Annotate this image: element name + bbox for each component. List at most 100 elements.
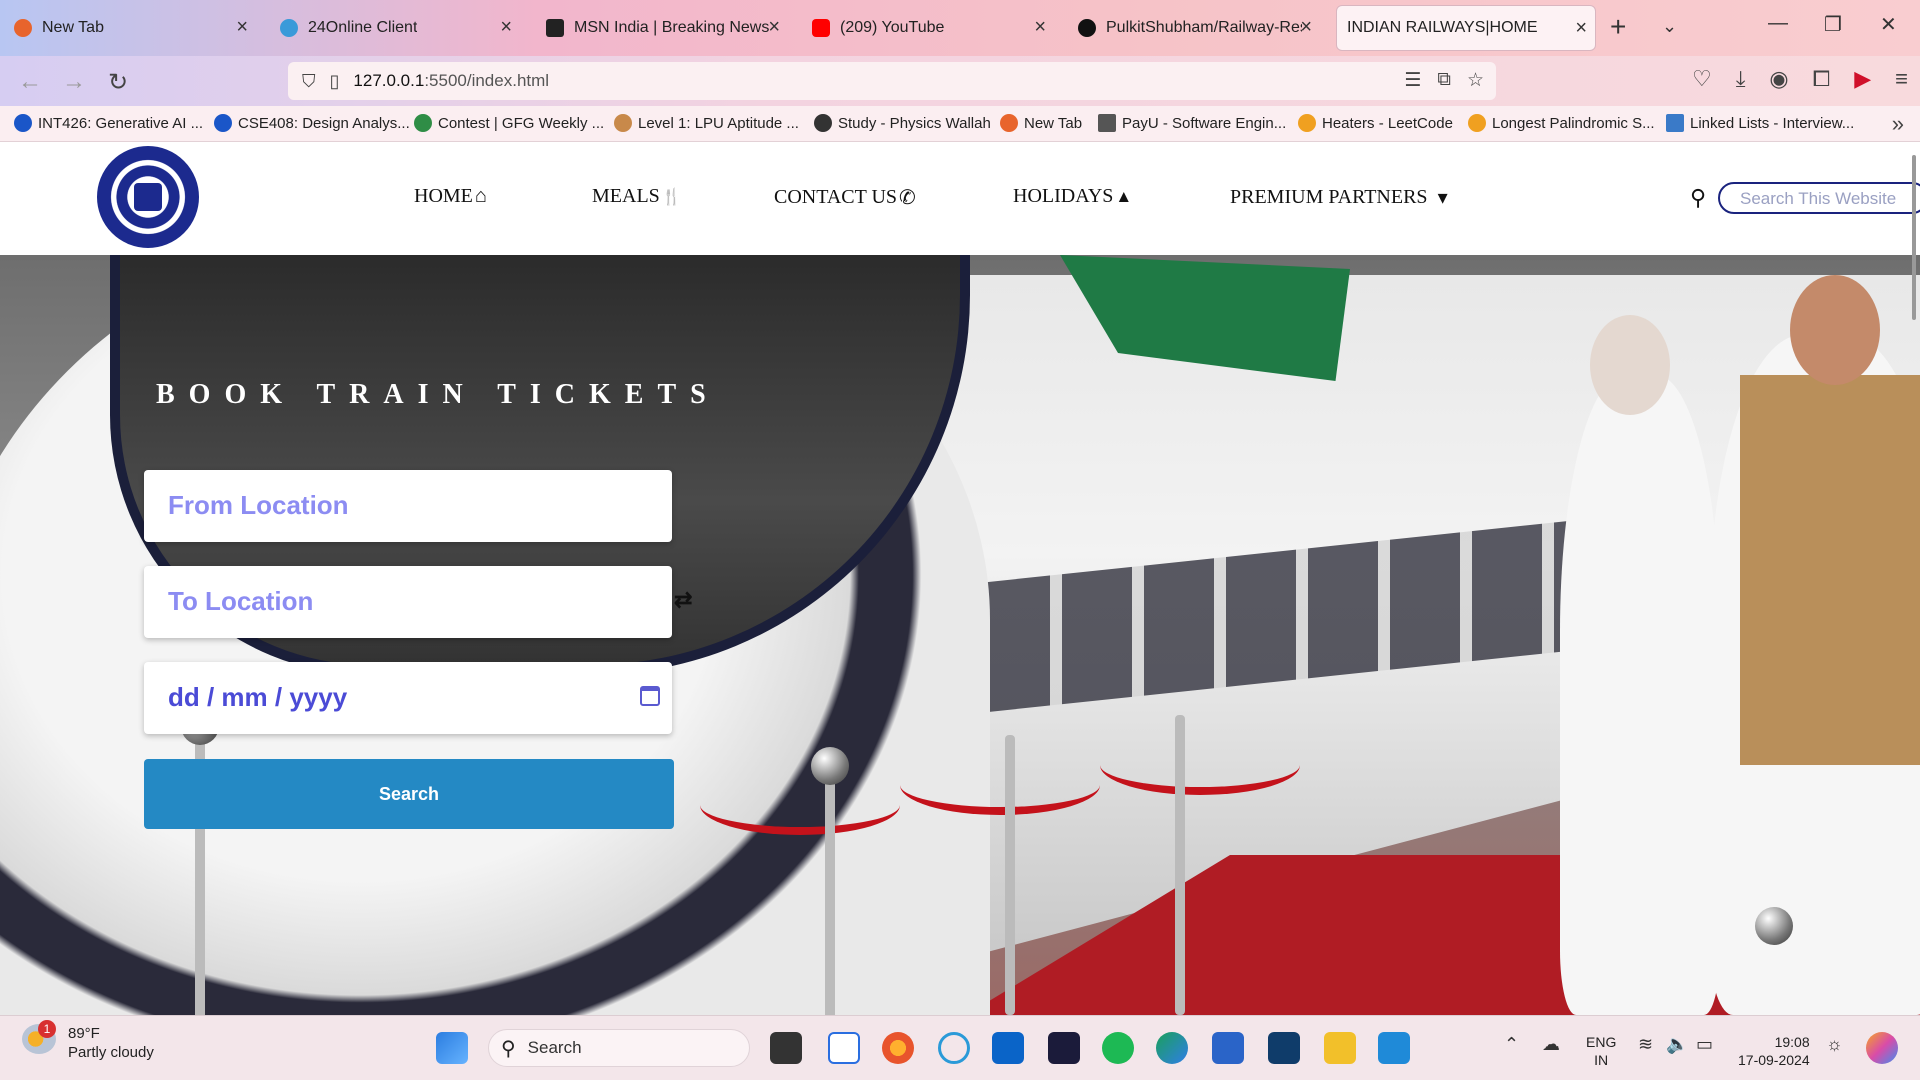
- intellij-icon[interactable]: [1048, 1032, 1080, 1064]
- edge-icon[interactable]: [1156, 1032, 1188, 1064]
- bookmark-item[interactable]: INT426: Generative AI ...: [14, 114, 203, 132]
- cloud-icon: [280, 19, 298, 37]
- shield-icon[interactable]: ⛉: [302, 71, 316, 92]
- app-icon[interactable]: [1268, 1032, 1300, 1064]
- bookmark-icon: [214, 114, 232, 132]
- volume-icon[interactable]: 🔈: [1666, 1034, 1688, 1055]
- task-view-icon[interactable]: [770, 1032, 802, 1064]
- store-icon[interactable]: [1212, 1032, 1244, 1064]
- cortana-icon[interactable]: [938, 1032, 970, 1064]
- vscode-icon[interactable]: [1378, 1032, 1410, 1064]
- stanchion-graphic: [1755, 907, 1793, 945]
- spotify-icon[interactable]: [1102, 1032, 1134, 1064]
- rope-graphic: [700, 775, 900, 835]
- close-tab-icon[interactable]: ×: [500, 16, 512, 38]
- nav-home[interactable]: HOME ⌂: [414, 185, 487, 208]
- stanchion-graphic: [1005, 735, 1015, 1015]
- chevron-up-icon[interactable]: ⌃: [1504, 1034, 1519, 1055]
- bookmark-item[interactable]: Level 1: LPU Aptitude ...: [614, 114, 799, 132]
- reader-view-icon[interactable]: ☰: [1404, 69, 1421, 92]
- notification-icon[interactable]: ☼: [1826, 1034, 1843, 1055]
- copilot-icon[interactable]: [1866, 1032, 1898, 1064]
- bookmark-item[interactable]: CSE408: Design Analys...: [214, 114, 410, 132]
- app-icon[interactable]: [828, 1032, 860, 1064]
- bookmark-item[interactable]: Contest | GFG Weekly ...: [414, 114, 604, 132]
- taskbar-search[interactable]: ⚲ Search: [488, 1029, 750, 1067]
- close-tab-icon[interactable]: ×: [1300, 16, 1312, 38]
- bookmark-item[interactable]: Linked Lists - Interview...: [1666, 114, 1854, 132]
- address-bar[interactable]: ⛉ ▯ 127.0.0.1:5500/index.html ☰ ⧉ ☆: [288, 62, 1496, 100]
- nav-meals[interactable]: MEALS 🍴: [592, 185, 682, 208]
- chevron-right-icon[interactable]: »: [1892, 111, 1904, 137]
- close-tab-icon[interactable]: ×: [236, 16, 248, 38]
- bookmark-item[interactable]: PayU - Software Engin...: [1098, 114, 1286, 132]
- browser-tab-bar: New Tab × 24Online Client × MSN India | …: [0, 0, 1920, 56]
- site-search-input[interactable]: Search This Website: [1718, 182, 1920, 214]
- page-icon: ▯: [329, 70, 340, 91]
- extensions-icon[interactable]: ⧠: [1813, 66, 1831, 92]
- language-indicator[interactable]: ENG IN: [1586, 1033, 1616, 1069]
- person-head-graphic: [1590, 315, 1670, 415]
- extension-red-icon[interactable]: ▶: [1854, 66, 1871, 92]
- swap-icon[interactable]: ⇄: [674, 587, 692, 613]
- file-explorer-icon[interactable]: [1324, 1032, 1356, 1064]
- chevron-down-icon[interactable]: ⌄: [1662, 16, 1677, 37]
- rope-graphic: [900, 755, 1100, 815]
- gfg-icon: [414, 114, 432, 132]
- clock[interactable]: 19:08 17-09-2024: [1738, 1033, 1810, 1069]
- account-icon[interactable]: ◉: [1769, 66, 1788, 92]
- tab-msn[interactable]: MSN India | Breaking News, E ×: [536, 5, 788, 51]
- from-location-input[interactable]: From Location: [144, 470, 672, 542]
- tab-github[interactable]: PulkitShubham/Railway-Rese ×: [1068, 5, 1320, 51]
- bookmark-item[interactable]: Heaters - LeetCode: [1298, 114, 1453, 132]
- to-location-input[interactable]: To Location: [144, 566, 672, 638]
- journey-date-input[interactable]: dd / mm / yyyy: [144, 662, 672, 734]
- calendar-icon[interactable]: [640, 686, 660, 706]
- menu-icon[interactable]: ≡: [1895, 66, 1908, 92]
- search-icon[interactable]: ⚲: [1690, 185, 1706, 211]
- weather-widget[interactable]: 1 89°F Partly cloudy: [22, 1020, 154, 1062]
- back-icon[interactable]: ←: [18, 68, 42, 96]
- stanchion-graphic: [1175, 715, 1185, 1015]
- close-tab-icon[interactable]: ×: [768, 16, 780, 38]
- leetcode-icon: [1468, 114, 1486, 132]
- bookmark-item[interactable]: Longest Palindromic S...: [1468, 114, 1655, 132]
- indian-railways-logo[interactable]: [97, 146, 199, 248]
- fork-knife-icon: 🍴: [661, 188, 682, 206]
- firefox-icon: [14, 19, 32, 37]
- url-text[interactable]: 127.0.0.1:5500/index.html: [353, 71, 549, 91]
- outlook-icon[interactable]: [992, 1032, 1024, 1064]
- battery-icon[interactable]: ▭: [1696, 1034, 1713, 1055]
- tab-indian-railways[interactable]: INDIAN RAILWAYS|HOME ×: [1336, 5, 1596, 51]
- new-tab-icon[interactable]: +: [1610, 12, 1626, 42]
- bookmark-icon: [614, 114, 632, 132]
- tab-new-tab[interactable]: New Tab ×: [4, 5, 256, 51]
- restore-icon[interactable]: ❐: [1824, 12, 1842, 37]
- pocket-icon[interactable]: ♡: [1692, 66, 1712, 92]
- translate-icon[interactable]: ⧉: [1437, 69, 1451, 92]
- stanchion-graphic: [811, 747, 849, 785]
- nav-contact-us[interactable]: CONTACT US ✆: [774, 185, 916, 210]
- page-scrollbar[interactable]: [1912, 155, 1916, 320]
- tab-24online[interactable]: 24Online Client ×: [270, 5, 520, 51]
- bookmark-item[interactable]: New Tab: [1000, 114, 1082, 132]
- close-tab-icon[interactable]: ×: [1034, 16, 1046, 38]
- close-window-icon[interactable]: ✕: [1880, 12, 1897, 37]
- bookmark-item[interactable]: Study - Physics Wallah: [814, 114, 991, 132]
- phone-icon: ✆: [899, 187, 916, 209]
- wifi-icon[interactable]: ≋: [1638, 1034, 1653, 1055]
- onedrive-icon[interactable]: ☁: [1542, 1034, 1560, 1055]
- close-tab-icon[interactable]: ×: [1575, 17, 1587, 39]
- firefox-icon[interactable]: [882, 1032, 914, 1064]
- nav-holidays[interactable]: HOLIDAYS ▲: [1013, 185, 1132, 208]
- umbrella-icon: ▲: [1115, 186, 1133, 206]
- minimize-icon[interactable]: —: [1768, 12, 1788, 35]
- start-icon[interactable]: [436, 1032, 468, 1064]
- forward-icon[interactable]: →: [62, 68, 86, 96]
- reload-icon[interactable]: ↻: [108, 68, 128, 97]
- nav-premium-partners[interactable]: PREMIUM PARTNERS ▾: [1230, 185, 1448, 210]
- tab-youtube[interactable]: (209) YouTube ×: [802, 5, 1054, 51]
- bookmark-star-icon[interactable]: ☆: [1467, 69, 1484, 92]
- search-trains-button[interactable]: Search: [144, 759, 674, 829]
- download-icon[interactable]: ⤓: [1736, 66, 1746, 92]
